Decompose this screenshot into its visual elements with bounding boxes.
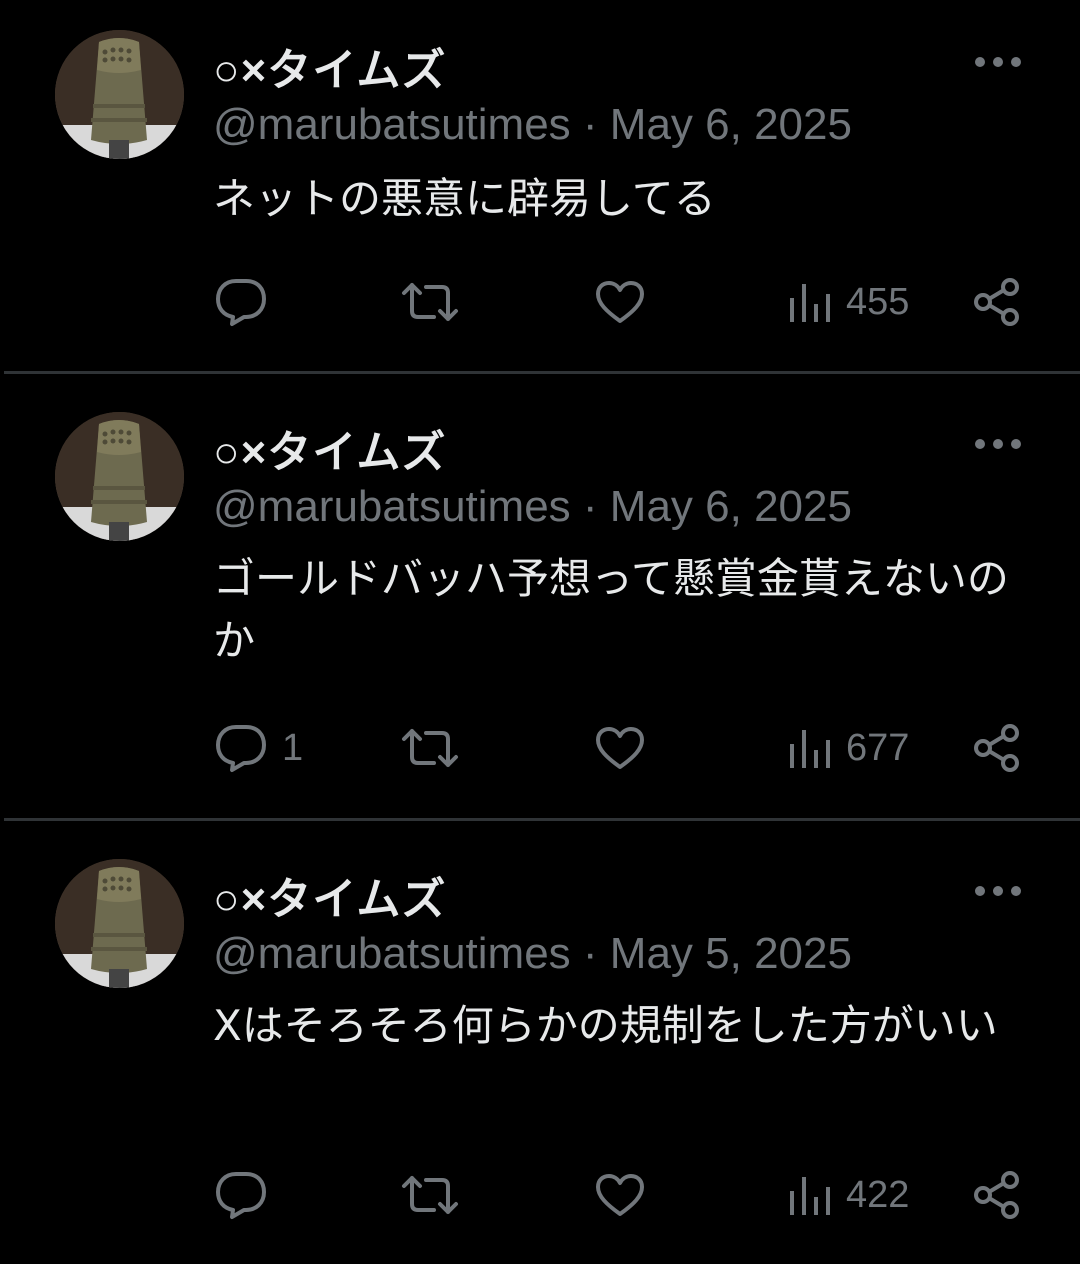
action-bar: 1 677 <box>0 718 1080 778</box>
avatar[interactable] <box>55 859 184 988</box>
reply-button[interactable] <box>214 1165 282 1225</box>
reply-button[interactable]: 1 <box>214 718 303 778</box>
reply-bubble-icon <box>216 279 266 326</box>
reply-button[interactable] <box>214 272 282 332</box>
timestamp[interactable]: May 6, 2025 <box>610 100 852 149</box>
retweet-icon <box>402 729 458 767</box>
timestamp[interactable]: May 5, 2025 <box>610 929 852 978</box>
heart-icon <box>596 1174 644 1216</box>
tweet-text: ネットの悪意に辟易してる <box>213 174 716 223</box>
divider <box>4 818 1080 821</box>
timestamp[interactable]: May 6, 2025 <box>610 482 852 531</box>
tweet[interactable]: ○×タイムズ @marubatsutimes · May 5, 2025 Xはそ… <box>0 829 1080 1264</box>
retweet-button[interactable] <box>400 718 460 778</box>
separator: · <box>582 100 598 149</box>
display-name[interactable]: ○×タイムズ <box>213 863 446 927</box>
like-button[interactable] <box>594 718 646 778</box>
bronze-bell-avatar <box>55 30 184 159</box>
view-count: 422 <box>846 1173 910 1216</box>
share-icon <box>974 278 1019 326</box>
view-count: 455 <box>846 280 910 323</box>
handle[interactable]: @marubatsutimes <box>213 482 571 531</box>
share-button[interactable] <box>972 272 1022 332</box>
retweet-button[interactable] <box>400 1165 460 1225</box>
timeline: ○×タイムズ @marubatsutimes · May 6, 2025 ネット… <box>0 0 1080 1264</box>
views-bar-icon <box>790 1177 830 1215</box>
more-dots-icon[interactable] <box>972 430 1024 458</box>
like-button[interactable] <box>594 272 646 332</box>
retweet-button[interactable] <box>400 272 460 332</box>
separator: · <box>582 482 598 531</box>
tweet[interactable]: ○×タイムズ @marubatsutimes · May 6, 2025 ゴール… <box>0 382 1080 819</box>
share-icon <box>974 724 1019 772</box>
tweet-meta: @marubatsutimes · May 6, 2025 <box>213 482 852 532</box>
tweet-meta: @marubatsutimes · May 5, 2025 <box>213 929 852 979</box>
separator: · <box>582 929 598 978</box>
divider <box>4 371 1080 374</box>
display-name[interactable]: ○×タイムズ <box>213 34 446 98</box>
views-button[interactable]: 422 <box>788 1165 909 1225</box>
reply-bubble-icon <box>216 725 266 772</box>
views-bar-icon <box>790 284 830 322</box>
views-button[interactable]: 677 <box>788 718 909 778</box>
retweet-icon <box>402 283 458 321</box>
share-button[interactable] <box>972 718 1022 778</box>
tweet-meta: @marubatsutimes · May 6, 2025 <box>213 100 852 150</box>
tweet-text: Xはそろそろ何らかの規制をした方がいい <box>213 1001 998 1050</box>
heart-icon <box>596 281 644 323</box>
views-button[interactable]: 455 <box>788 272 909 332</box>
more-dots-icon[interactable] <box>972 48 1024 76</box>
reply-count: 1 <box>282 726 304 769</box>
bronze-bell-avatar <box>55 412 184 541</box>
retweet-icon <box>402 1176 458 1214</box>
more-dots-icon[interactable] <box>972 877 1024 905</box>
action-bar: 422 <box>0 1165 1080 1225</box>
tweet-text: ゴールドバッハ予想って懸賞金貰えないのか <box>213 554 1009 665</box>
heart-icon <box>596 727 644 769</box>
tweet[interactable]: ○×タイムズ @marubatsutimes · May 6, 2025 ネット… <box>0 0 1080 373</box>
handle[interactable]: @marubatsutimes <box>213 100 571 149</box>
share-icon <box>974 1171 1019 1219</box>
action-bar: 455 <box>0 272 1080 332</box>
avatar[interactable] <box>55 412 184 541</box>
handle[interactable]: @marubatsutimes <box>213 929 571 978</box>
view-count: 677 <box>846 726 910 769</box>
display-name[interactable]: ○×タイムズ <box>213 416 446 480</box>
like-button[interactable] <box>594 1165 646 1225</box>
views-bar-icon <box>790 730 830 768</box>
bronze-bell-avatar <box>55 859 184 988</box>
avatar[interactable] <box>55 30 184 159</box>
reply-bubble-icon <box>216 1172 266 1219</box>
share-button[interactable] <box>972 1165 1022 1225</box>
